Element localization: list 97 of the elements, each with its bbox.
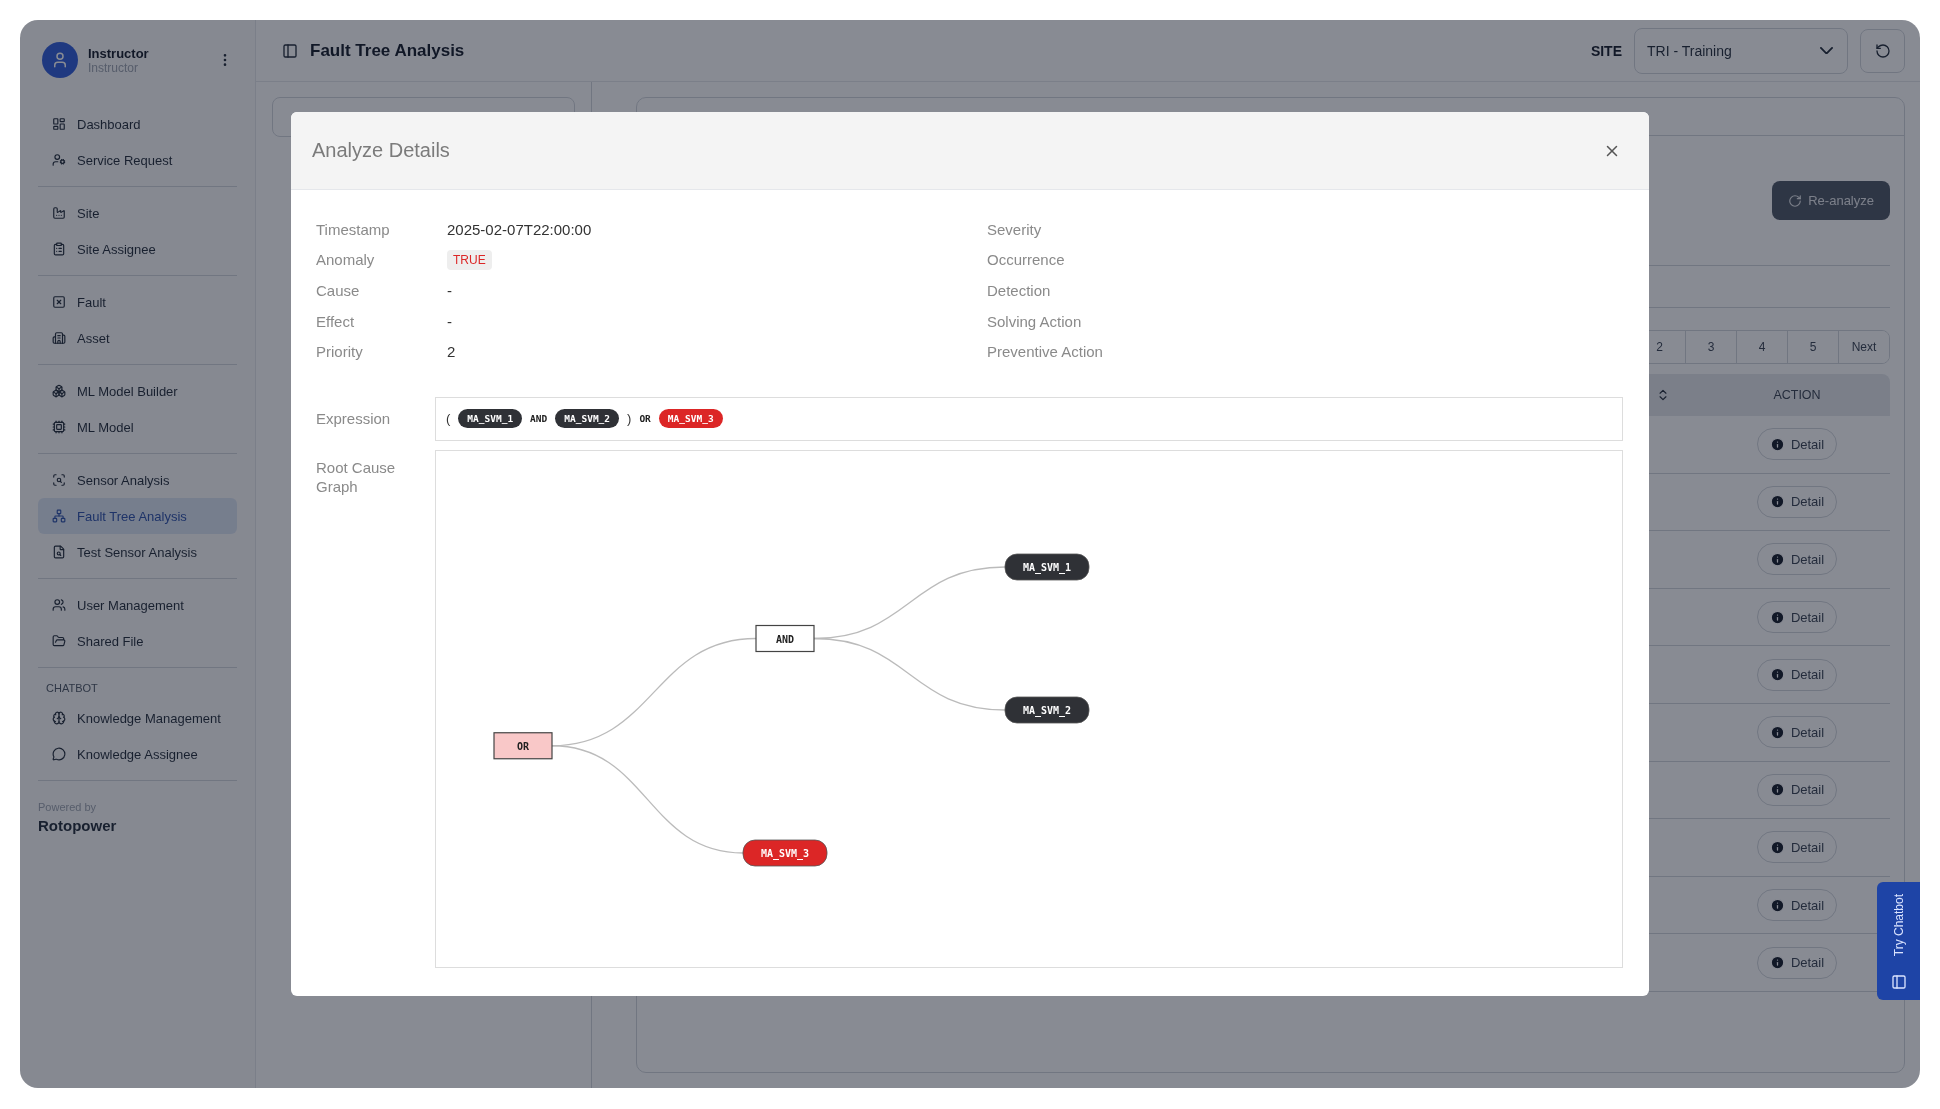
sidebar-item[interactable]: User Management [38, 587, 237, 623]
sidebar-item[interactable]: Asset [38, 320, 237, 356]
field-label: Effect [316, 312, 355, 330]
section-title: CHATBOT [45, 681, 99, 696]
brain-icon [52, 711, 66, 725]
field-value: 2 [447, 343, 456, 361]
signal-node: MA_SVM_2 [1004, 696, 1090, 724]
gate-node: OR [493, 732, 553, 760]
sidebar-item[interactable]: Service Request [38, 142, 237, 178]
info-icon [1769, 609, 1785, 625]
refresh-icon [1788, 193, 1803, 208]
sidebar-item[interactable]: Test Sensor Analysis [38, 534, 237, 570]
detail-button[interactable]: Detail [1756, 428, 1838, 461]
signal-node: MA_SVM_1 [1004, 553, 1090, 581]
gate-node: AND [755, 624, 815, 653]
factory-icon [52, 206, 66, 220]
variable-tag: MA_SVM_2 [555, 409, 620, 429]
chatbot-tab[interactable]: Try Chatbot [1877, 882, 1920, 1000]
history-icon [1874, 42, 1891, 59]
variable-tag: MA_SVM_1 [458, 409, 523, 429]
field-value: - [447, 282, 452, 299]
signal-node: MA_SVM_3 [742, 839, 828, 867]
x-square-icon [52, 295, 66, 309]
sidebar-item[interactable]: Site [38, 195, 237, 231]
field-label: Timestamp [316, 220, 390, 238]
site-label: SITE [1590, 42, 1622, 59]
info-icon [1769, 724, 1785, 740]
info-icon [1769, 897, 1785, 913]
detail-button[interactable]: Detail [1756, 946, 1838, 979]
sidebar-item[interactable]: ML Model [38, 409, 237, 445]
dashboard-icon [52, 117, 66, 131]
sidebar-item[interactable]: Fault [38, 284, 237, 320]
parenthesis: ) [627, 411, 632, 427]
building-icon [52, 331, 66, 345]
dialog-title: Analyze Details [312, 139, 450, 162]
sidebar-item[interactable]: Shared File [38, 623, 237, 659]
field-label: Expression [316, 408, 392, 429]
sidebar-toggle-icon[interactable] [282, 42, 298, 59]
sidebar-item[interactable]: Site Assignee [38, 231, 237, 267]
field-label: Cause [316, 282, 360, 299]
chevron-down-icon [1820, 46, 1833, 55]
scan-search-icon [52, 473, 66, 487]
info-icon [1769, 552, 1785, 567]
sidebar-item[interactable]: ML Model Builder [38, 373, 237, 409]
sidebar-item[interactable]: Fault Tree Analysis [38, 498, 237, 534]
field-label: Occurrence [987, 251, 1065, 269]
info-icon [1769, 436, 1785, 452]
parenthesis: ( [446, 411, 451, 427]
detail-button[interactable]: Detail [1756, 716, 1838, 749]
field-label: Root Cause Graph [316, 457, 397, 498]
field-label: Detection [987, 282, 1051, 299]
field-label: Priority [316, 343, 363, 361]
network-icon [52, 509, 66, 523]
detail-button[interactable]: Detail [1756, 889, 1838, 922]
field-label: Solving Action [987, 312, 1082, 330]
field-label: Preventive Action [987, 343, 1103, 361]
user-name: Instructor [88, 45, 150, 61]
variable-tag: MA_SVM_3 [658, 409, 723, 429]
info-icon [1769, 494, 1785, 510]
detail-button[interactable]: Detail [1756, 831, 1838, 864]
history-button[interactable] [1860, 28, 1905, 73]
field-value: - [447, 312, 452, 330]
detail-button[interactable]: Detail [1756, 773, 1838, 806]
operator-label: OR [639, 413, 651, 425]
detail-button[interactable]: Detail [1756, 543, 1838, 576]
info-icon [1769, 839, 1785, 855]
panel-icon [1890, 974, 1907, 990]
column-header: ACTION [1772, 387, 1822, 404]
page-button[interactable]: Next [1838, 331, 1889, 363]
sidebar-item[interactable]: Sensor Analysis [38, 462, 237, 498]
user-gear-icon [52, 153, 66, 167]
sidebar-item[interactable]: Dashboard [38, 106, 237, 142]
field-label: Anomaly [316, 251, 375, 269]
sidebar-item[interactable]: Knowledge Assignee [38, 736, 237, 772]
detail-button[interactable]: Detail [1756, 658, 1838, 691]
info-icon [1769, 667, 1785, 683]
info-icon [1769, 782, 1785, 798]
page-title: Fault Tree Analysis [310, 40, 466, 61]
detail-button[interactable]: Detail [1756, 485, 1838, 518]
file-search-icon [52, 545, 66, 559]
field-label: Severity [987, 220, 1042, 238]
sidebar-item[interactable]: Knowledge Management [38, 700, 237, 736]
field-value: 2025-02-07T22:00:00 [447, 220, 592, 238]
site-select[interactable]: TRI - Training [1634, 27, 1848, 74]
status-badge: TRUE [447, 249, 492, 270]
boxes-icon [52, 384, 66, 398]
avatar [42, 42, 78, 78]
clipboard-icon [52, 242, 66, 256]
folder-icon [52, 634, 66, 648]
chip-icon [52, 420, 66, 434]
operator-label: AND [530, 413, 548, 425]
detail-button[interactable]: Detail [1756, 601, 1838, 634]
reanalyze-button[interactable]: Re-analyze [1772, 181, 1890, 220]
info-icon [1769, 955, 1785, 971]
users-icon [52, 598, 66, 612]
chat-icon [52, 747, 66, 761]
brand-name: Rotopower [38, 817, 118, 834]
